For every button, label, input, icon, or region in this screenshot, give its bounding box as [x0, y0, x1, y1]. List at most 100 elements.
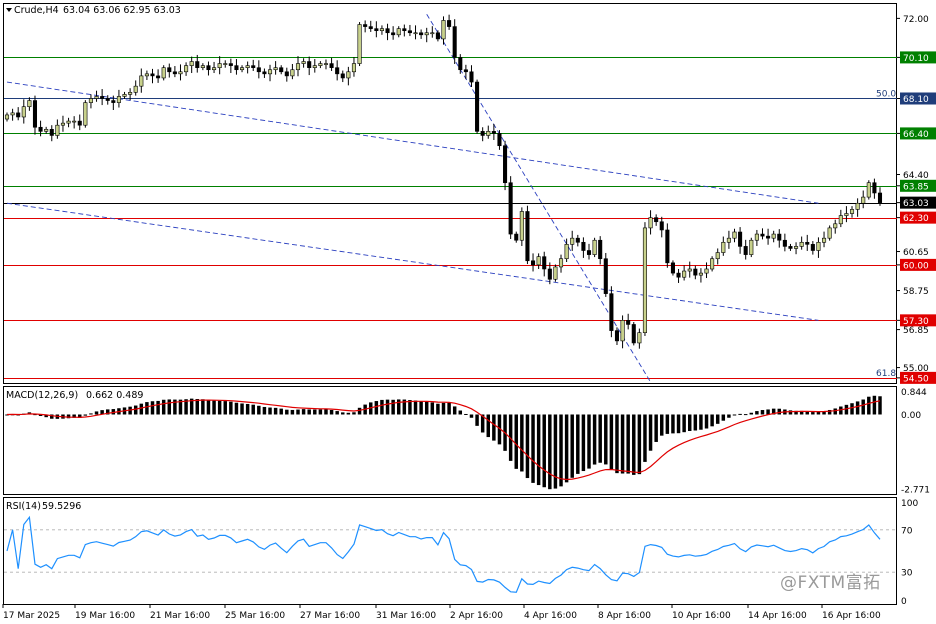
candle — [178, 64, 183, 81]
macd-bar — [419, 401, 423, 415]
candle-body — [877, 192, 883, 203]
macd-bar — [643, 414, 647, 462]
macd-bar — [676, 414, 681, 434]
price-tick-label: 56.85 — [903, 326, 929, 336]
candle-body — [682, 270, 687, 278]
macd-bar — [855, 401, 860, 415]
candle-body — [279, 67, 284, 73]
candle — [273, 61, 278, 75]
candle — [66, 117, 71, 128]
candle-body — [44, 129, 49, 132]
candle — [519, 207, 524, 246]
macd-bar — [626, 414, 630, 474]
candle-body — [861, 196, 866, 204]
candle-body — [670, 262, 675, 274]
candle — [822, 231, 827, 248]
candle — [687, 261, 692, 278]
price-tick-label: 63.03 — [903, 199, 929, 209]
symbol-label[interactable]: Crude,H4 — [14, 5, 59, 16]
symbol-dropdown-icon[interactable] — [6, 8, 12, 12]
macd-bar — [531, 414, 535, 483]
candle-body — [693, 268, 698, 276]
candle-body — [150, 73, 155, 77]
candle — [184, 62, 189, 76]
candle-body — [782, 239, 787, 247]
candle-body — [749, 239, 754, 255]
candle — [698, 268, 703, 283]
price-tick-label: 68.10 — [903, 95, 929, 105]
macd-bar — [743, 414, 748, 416]
candle — [654, 214, 659, 226]
candle — [861, 190, 866, 209]
candle-body — [648, 217, 653, 229]
candle-body — [698, 272, 703, 276]
macd-bar — [234, 402, 239, 415]
candle-body — [833, 223, 838, 229]
macd-bar — [755, 411, 759, 415]
macd-bar — [609, 414, 614, 470]
candle — [430, 26, 435, 38]
macd-bar — [486, 414, 491, 438]
macd-bar — [811, 412, 815, 415]
main-panel-frame — [3, 3, 897, 384]
macd-bar — [721, 414, 726, 421]
candle — [301, 58, 306, 68]
macd-header: MACD(12,26,9) — [6, 390, 78, 401]
candle — [480, 127, 485, 142]
macd-bar — [878, 396, 882, 415]
rsi-panel-frame — [3, 497, 897, 605]
macd-bar — [715, 414, 720, 424]
macd-bar — [738, 413, 742, 415]
candle — [670, 260, 675, 276]
candle-body — [133, 85, 138, 93]
candle-body — [10, 112, 15, 116]
candle-body — [139, 75, 144, 87]
candle-body — [721, 241, 726, 253]
candle-body — [704, 268, 709, 274]
macd-bar — [654, 414, 658, 442]
price-tick-label: 60.00 — [903, 261, 929, 271]
candle — [514, 231, 519, 243]
candle — [374, 21, 379, 38]
candle-body — [301, 61, 306, 64]
macd-bar — [83, 414, 88, 416]
macd-bar — [273, 407, 278, 415]
candle-body — [614, 330, 620, 342]
candle-body — [872, 182, 877, 194]
candle — [598, 236, 603, 265]
candle-body — [374, 28, 379, 32]
candle — [693, 265, 698, 280]
time-axis: 17 Mar 2025 19 Mar 16:00 21 Mar 16:00 25 Ma… — [2, 604, 881, 621]
candle — [189, 56, 194, 74]
price-chart[interactable]: 50.0 61.8 72.00 70.10 68.10 66.40 64.4063.85 6… — [0, 0, 936, 624]
candle-body — [424, 32, 429, 36]
candle-body — [83, 102, 88, 126]
macd-bar — [704, 414, 709, 429]
candle — [223, 60, 228, 68]
candle-body — [480, 131, 485, 136]
candle — [827, 225, 832, 241]
candle-body — [715, 252, 720, 260]
candle-body — [592, 239, 597, 255]
candle — [391, 26, 396, 40]
candle-body — [743, 246, 748, 255]
candle-body — [55, 124, 60, 136]
macd-bar — [424, 401, 429, 415]
macd-bar — [592, 414, 597, 465]
time-tick-label: 17 Mar 2025 — [3, 611, 60, 621]
macd-bar — [570, 414, 574, 478]
candle-body — [346, 71, 351, 79]
candle — [234, 59, 239, 75]
candle — [21, 99, 26, 124]
candle — [88, 94, 93, 109]
candle — [726, 230, 731, 249]
time-tick-label: 10 Apr 16:00 — [672, 611, 731, 621]
macd-bar — [861, 399, 865, 415]
candle — [357, 22, 362, 67]
candle-body — [519, 211, 524, 241]
candle-body — [178, 71, 183, 75]
candle — [385, 23, 390, 41]
candle — [838, 209, 843, 228]
macd-bar — [329, 409, 334, 415]
candle — [855, 198, 860, 217]
